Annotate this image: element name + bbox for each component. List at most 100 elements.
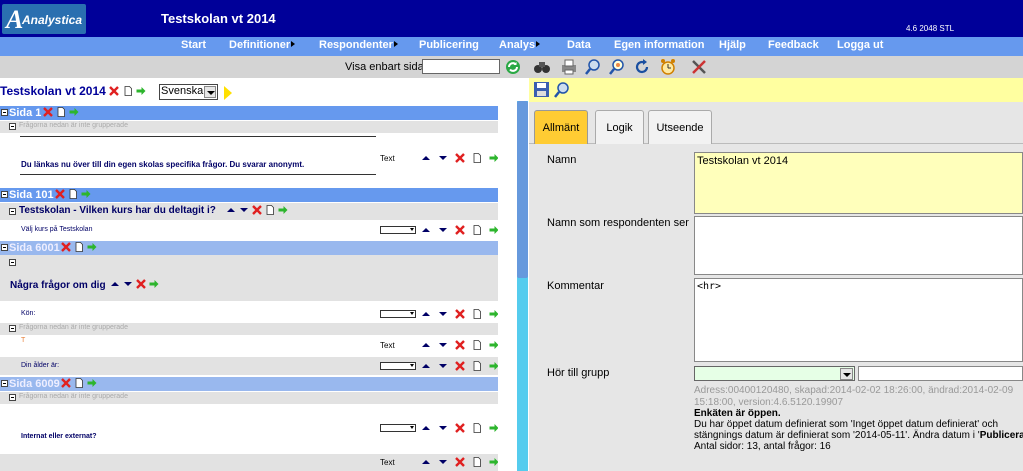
delete-icon[interactable] (61, 242, 71, 252)
menu-egen-information[interactable]: Egen information (614, 39, 704, 51)
add-arrow-icon[interactable] (149, 279, 159, 289)
collapse-icon[interactable] (9, 259, 16, 266)
refresh-icon[interactable] (504, 58, 522, 76)
question-internat[interactable]: Internat eller externat? (21, 433, 96, 440)
document-icon[interactable] (472, 309, 482, 319)
question-select[interactable] (380, 310, 416, 318)
add-arrow-icon[interactable] (136, 85, 146, 95)
document-icon[interactable] (472, 340, 482, 350)
preview-zoom-icon[interactable] (553, 81, 570, 98)
question-select[interactable] (380, 362, 416, 370)
move-up-icon[interactable] (226, 205, 236, 215)
document-icon[interactable] (472, 457, 482, 467)
group-row-nagra[interactable]: Några frågor om dig (0, 255, 498, 301)
binoculars-icon[interactable] (533, 58, 551, 76)
add-arrow-icon[interactable] (489, 153, 498, 163)
zoom-find-icon[interactable] (608, 58, 626, 76)
collapse-icon[interactable] (1, 109, 8, 116)
reload-icon[interactable] (633, 58, 651, 76)
move-up-icon[interactable] (421, 423, 431, 433)
tab-utseende[interactable]: Utseende (648, 110, 712, 144)
move-up-icon[interactable] (421, 225, 431, 235)
delete-icon[interactable] (61, 378, 71, 388)
play-arrow-icon[interactable] (224, 86, 232, 100)
move-down-icon[interactable] (438, 423, 448, 433)
move-up-icon[interactable] (421, 309, 431, 319)
add-arrow-icon[interactable] (489, 423, 498, 433)
document-icon[interactable] (472, 423, 482, 433)
question-kurs[interactable]: Välj kurs på Testskolan (21, 226, 92, 233)
move-down-icon[interactable] (438, 153, 448, 163)
add-arrow-icon[interactable] (69, 107, 79, 117)
save-icon[interactable] (533, 81, 550, 98)
group-row-testskolan[interactable]: Testskolan - Vilken kurs har du deltagit… (0, 203, 498, 220)
analystica-logo[interactable]: A Analystica (2, 4, 86, 34)
page-row-sida-6009[interactable]: Sida 6009 (0, 377, 498, 391)
zoom-in-icon[interactable] (584, 58, 602, 76)
add-arrow-icon[interactable] (278, 205, 288, 215)
document-icon[interactable] (472, 361, 482, 371)
add-arrow-icon[interactable] (87, 242, 97, 252)
move-down-icon[interactable] (438, 361, 448, 371)
document-icon[interactable] (472, 153, 482, 163)
menu-publicering[interactable]: Publicering (419, 39, 479, 51)
tab-allmant[interactable]: Allmänt (534, 110, 588, 144)
group-text-field[interactable] (858, 366, 1023, 381)
page-row-sida-1[interactable]: Sida 1 (0, 106, 498, 120)
group-select[interactable] (694, 366, 855, 381)
move-down-icon[interactable] (123, 279, 133, 289)
delete-icon[interactable] (109, 85, 120, 96)
menu-definitioner[interactable]: Definitioner (229, 39, 296, 51)
move-up-icon[interactable] (421, 153, 431, 163)
question-kon[interactable]: Kön: (21, 310, 35, 317)
menu-hjalp[interactable]: Hjälp (719, 39, 746, 51)
scrollbar-thumb[interactable] (517, 101, 528, 278)
add-arrow-icon[interactable] (489, 309, 498, 319)
tab-logik[interactable]: Logik (595, 110, 644, 144)
document-icon[interactable] (74, 242, 84, 252)
add-arrow-icon[interactable] (489, 225, 498, 235)
delete-icon[interactable] (55, 189, 65, 199)
menu-start[interactable]: Start (181, 39, 206, 51)
print-icon[interactable] (560, 58, 578, 76)
move-up-icon[interactable] (421, 457, 431, 467)
tools-icon[interactable] (690, 58, 708, 76)
delete-icon[interactable] (455, 225, 465, 235)
collapse-icon[interactable] (9, 123, 16, 130)
question-select[interactable] (380, 226, 416, 234)
add-arrow-icon[interactable] (81, 189, 91, 199)
collapse-icon[interactable] (1, 244, 8, 251)
move-down-icon[interactable] (239, 205, 249, 215)
comment-field[interactable]: <hr> (694, 278, 1023, 362)
only-page-input[interactable] (422, 59, 500, 74)
add-arrow-icon[interactable] (489, 340, 498, 350)
collapse-icon[interactable] (9, 325, 16, 332)
move-down-icon[interactable] (438, 309, 448, 319)
add-arrow-icon[interactable] (489, 457, 498, 467)
menu-data[interactable]: Data (567, 39, 591, 51)
publicera-link[interactable]: Publicera (980, 430, 1023, 441)
delete-icon[interactable] (455, 340, 465, 350)
delete-icon[interactable] (455, 153, 465, 163)
collapse-icon[interactable] (1, 191, 8, 198)
page-row-sida-101[interactable]: Sida 101 (0, 188, 498, 202)
delete-icon[interactable] (43, 107, 53, 117)
document-icon[interactable] (265, 205, 275, 215)
delete-icon[interactable] (136, 279, 146, 289)
question-t[interactable]: T (21, 337, 25, 344)
collapse-icon[interactable] (9, 208, 16, 215)
page-row-sida-6001[interactable]: Sida 6001 (0, 241, 498, 255)
menu-logga-ut[interactable]: Logga ut (837, 39, 883, 51)
question-select[interactable] (380, 424, 416, 432)
add-arrow-icon[interactable] (87, 378, 97, 388)
respondent-name-field[interactable] (694, 216, 1023, 275)
delete-icon[interactable] (455, 309, 465, 319)
move-down-icon[interactable] (438, 340, 448, 350)
document-icon[interactable] (74, 378, 84, 388)
document-icon[interactable] (123, 85, 133, 96)
alarm-clock-icon[interactable] (659, 58, 677, 76)
menu-analys[interactable]: Analys (499, 39, 541, 51)
delete-icon[interactable] (252, 205, 262, 215)
name-field[interactable]: Testskolan vt 2014 (694, 152, 1023, 214)
language-select[interactable]: Svenska (159, 84, 218, 100)
